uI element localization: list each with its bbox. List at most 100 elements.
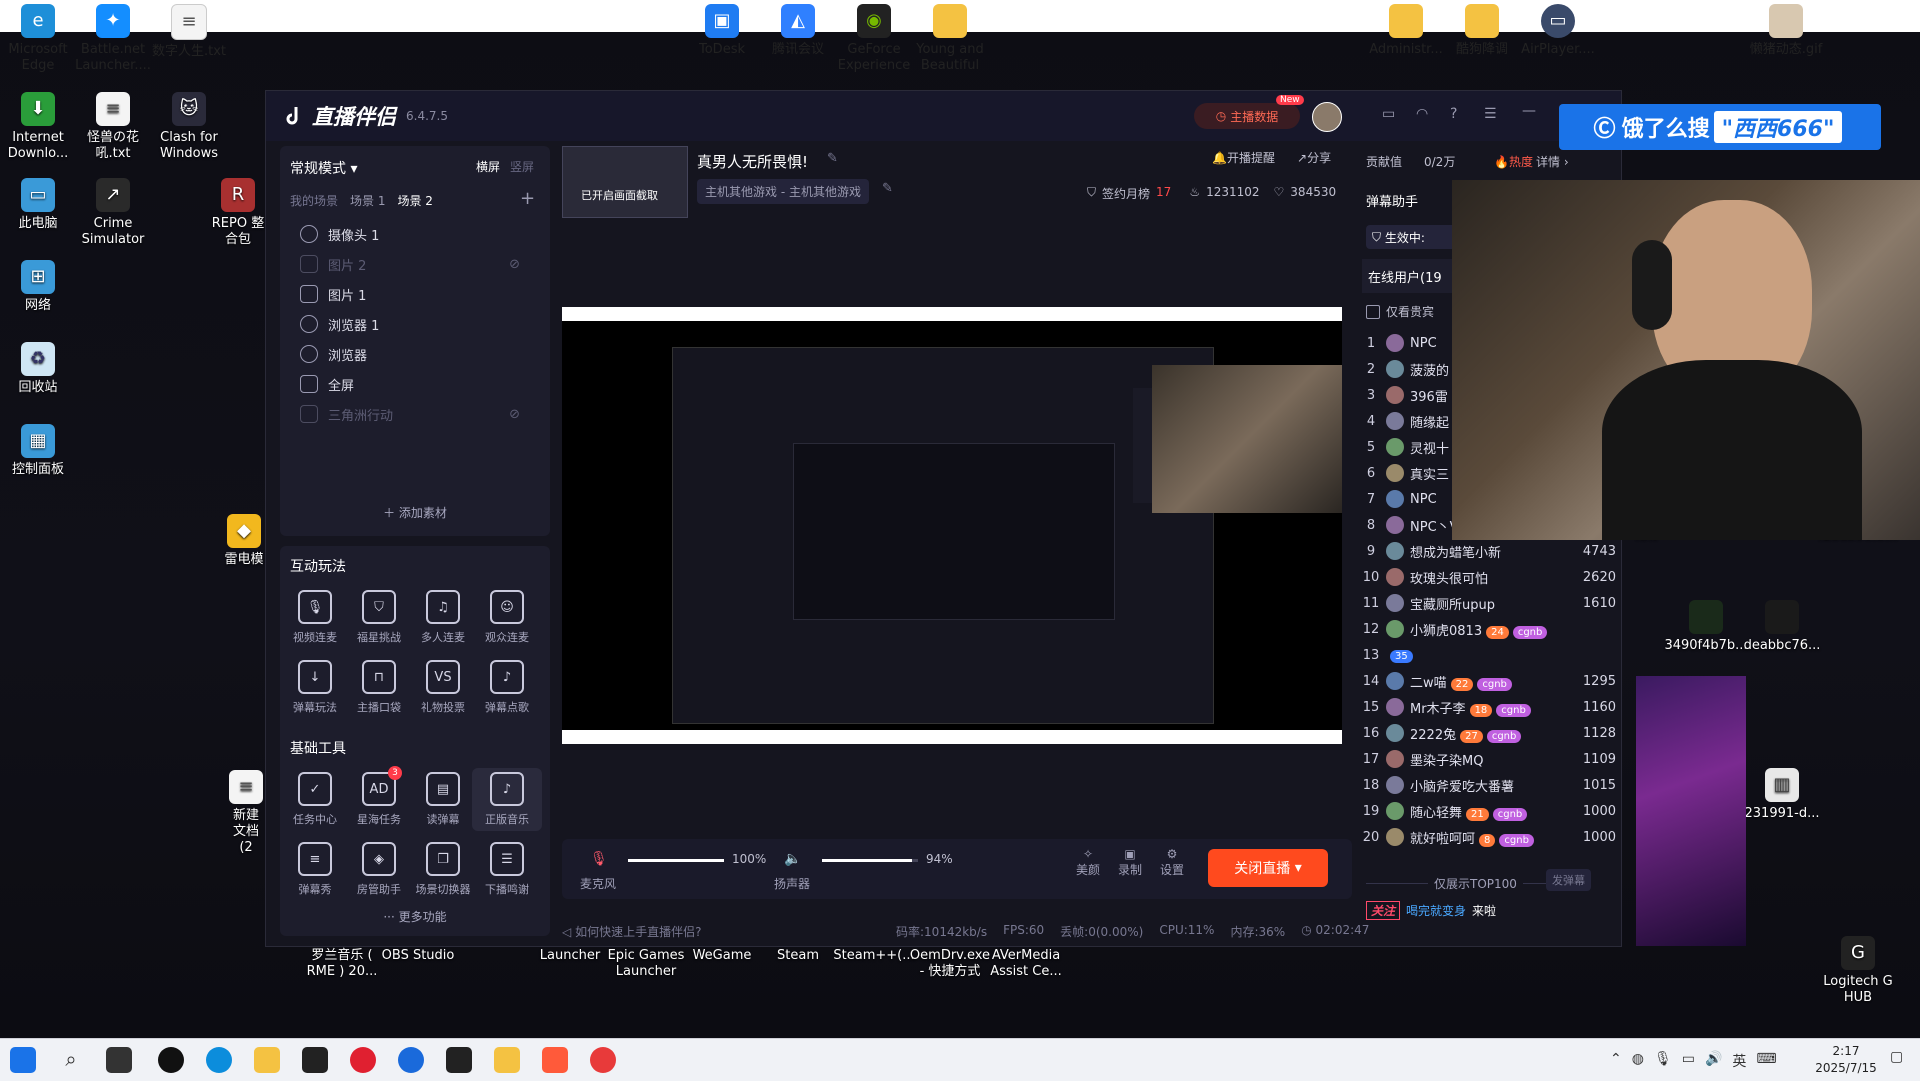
- steam-taskbar-icon[interactable]: [446, 1047, 472, 1073]
- message-icon[interactable]: ▭: [1382, 106, 1395, 122]
- tool-anchor-pocket[interactable]: ⊓ 主播口袋: [344, 660, 414, 715]
- qq-icon[interactable]: [158, 1047, 184, 1073]
- rank-row[interactable]: 18 小脑斧爱吃大番薯 1015: [1356, 773, 1616, 797]
- desktop-icon-text-file[interactable]: ≡ 数字人生.txt: [147, 4, 231, 60]
- share-button[interactable]: ↗分享: [1297, 149, 1331, 166]
- rank-row[interactable]: 10 玫瑰头很可怕 2620: [1356, 565, 1616, 589]
- desktop-icon-kugou-folder[interactable]: 酷狗降调: [1440, 4, 1524, 58]
- send-danmu-button[interactable]: 发弹幕: [1546, 869, 1591, 891]
- desktop-icon-2319[interactable]: ▥ 231991-d...: [1740, 768, 1824, 822]
- desktop-icon-airplayer[interactable]: ▭ AirPlayer....: [1516, 4, 1600, 58]
- desktop-icon-folder-young[interactable]: Young and Beautiful: [908, 4, 992, 74]
- start-windows-icon[interactable]: [10, 1047, 36, 1073]
- tool-video-link[interactable]: 🎙 视频连麦: [280, 590, 350, 645]
- layer-browser[interactable]: 浏览器: [300, 342, 550, 366]
- desktop-icon-txt[interactable]: ≡ 怪兽の花吼.txt: [71, 92, 155, 162]
- layer-fullscreen[interactable]: 全屏: [300, 372, 550, 396]
- desktop-icon-tencent-meeting[interactable]: ◭ 腾讯会议: [756, 4, 840, 58]
- preview-canvas[interactable]: [562, 307, 1342, 744]
- tool-audience-link[interactable]: ☺ 观众连麦: [472, 590, 542, 645]
- rank-row[interactable]: 9 想成为蜡笔小新 4743: [1356, 539, 1616, 563]
- menu-icon[interactable]: ☰: [1484, 106, 1497, 122]
- desktop-icon-steampp[interactable]: Steam++(...: [832, 948, 916, 964]
- avatar[interactable]: [1312, 102, 1342, 132]
- tab-scene-1[interactable]: 场景 1: [350, 192, 385, 209]
- desktop-icon-recycle[interactable]: ♻ 回收站: [0, 342, 80, 396]
- rank-row[interactable]: 13 35: [1356, 643, 1616, 667]
- stream-title[interactable]: 真男人无所畏惧!: [697, 151, 808, 172]
- ime-indicator[interactable]: 英: [1732, 1051, 1746, 1071]
- desktop-icon-launcher[interactable]: Launcher: [528, 948, 612, 964]
- clock[interactable]: 2:17 2025/7/15: [1806, 1043, 1886, 1077]
- layer-image-1[interactable]: 图片 1: [300, 282, 550, 306]
- layer-delta-force[interactable]: 三角洲行动 ⊘: [300, 402, 550, 426]
- edit-title-icon[interactable]: ✎: [827, 151, 838, 166]
- desktop-icon-todesk[interactable]: ▣ ToDesk: [680, 4, 764, 58]
- desktop-icon-oemdrv[interactable]: OemDrv.exe - 快捷方式: [908, 948, 992, 980]
- help-link[interactable]: ◁ 如何快速上手直播伴侣?: [562, 923, 701, 940]
- rank-row[interactable]: 16 2222兔 27 cgnb 1128: [1356, 721, 1616, 745]
- tool-danmu-play[interactable]: ↓ 弹幕玩法: [280, 660, 350, 715]
- desktop-icon-obs[interactable]: OBS Studio: [375, 948, 461, 964]
- desktop-icon-wegame[interactable]: WeGame: [680, 948, 764, 964]
- headset-icon[interactable]: ◠: [1416, 106, 1428, 122]
- tray-app-icon[interactable]: ◍: [1632, 1051, 1644, 1071]
- tool-licensed-music[interactable]: ♪ 正版音乐: [472, 768, 542, 831]
- kugou-icon[interactable]: [398, 1047, 424, 1073]
- landscape-toggle[interactable]: 横屏: [476, 158, 500, 175]
- desktop-icon-clash[interactable]: 🐱 Clash for Windows: [147, 92, 231, 162]
- tool-star-task[interactable]: AD 3 星海任务: [344, 766, 414, 827]
- eleme-ad-banner[interactable]: Ⓒ 饿了么搜 "西西666": [1559, 104, 1881, 150]
- more-features-button[interactable]: ··· 更多功能: [280, 908, 550, 925]
- desktop-icon-battlenet[interactable]: ✦ Battle.net Launcher....: [71, 4, 155, 74]
- desktop-icon-gif[interactable]: 懒猪动态.gif: [1744, 4, 1828, 58]
- task-view-icon[interactable]: [106, 1047, 132, 1073]
- tool-danmu-show[interactable]: ≡ 弹幕秀: [280, 842, 350, 897]
- desktop-icon-repo[interactable]: R REPO 整合包: [208, 178, 268, 248]
- portrait-toggle[interactable]: 竖屏: [510, 158, 534, 175]
- desktop-icon-control-panel[interactable]: ▦ 控制面板: [0, 424, 80, 478]
- desktop-icon-crime-sim[interactable]: ↗ Crime Simulator: [71, 178, 155, 248]
- desktop-icon-3490[interactable]: 3490f4b7b...: [1664, 600, 1748, 654]
- edit-category-icon[interactable]: ✎: [882, 181, 893, 196]
- end-live-button[interactable]: 关闭直播 ▾: [1208, 849, 1328, 887]
- mic-icon[interactable]: 🎙: [590, 851, 608, 867]
- desktop-icon-steam[interactable]: Steam: [756, 948, 840, 964]
- desktop-icon-new-doc[interactable]: ≡ 新建 文档 (2: [226, 770, 266, 856]
- keyboard-icon[interactable]: ⌨: [1756, 1051, 1776, 1071]
- stream-thumbnail[interactable]: 已开启画面截取: [562, 146, 688, 218]
- desktop-icon-edge[interactable]: e Microsoft Edge: [0, 4, 80, 74]
- tool-multi-link[interactable]: ♫ 多人连麦: [408, 590, 478, 645]
- category-tag[interactable]: 主机其他游戏 - 主机其他游戏: [697, 179, 869, 204]
- speaker-icon[interactable]: 🔈: [784, 851, 801, 867]
- mic-slider[interactable]: [628, 859, 724, 862]
- desktop-icon-admin-folder[interactable]: Administr...: [1364, 4, 1448, 58]
- detail-link[interactable]: 详情 ›: [1536, 153, 1569, 170]
- desktop-icon-this-pc[interactable]: ▭ 此电脑: [0, 178, 80, 232]
- desktop-icon-deab[interactable]: deabbc76...: [1740, 600, 1824, 654]
- anchor-data-button[interactable]: ◷ 主播数据: [1194, 103, 1300, 129]
- desktop-icon-rme[interactable]: 罗兰音乐 ( RME ) 20...: [302, 948, 382, 980]
- volume-icon[interactable]: 🔊: [1705, 1051, 1722, 1071]
- rank-row[interactable]: 19 随心轻舞 21 cgnb 1000: [1356, 799, 1616, 823]
- rank-row[interactable]: 15 Mr木子李 18 cgnb 1160: [1356, 695, 1616, 719]
- netease-music-icon[interactable]: [350, 1047, 376, 1073]
- rank-row[interactable]: 11 宝藏厕所upup 1610: [1356, 591, 1616, 615]
- rank-row[interactable]: 20 就好啦呵呵 8 cgnb 1000: [1356, 825, 1616, 849]
- desktop-icon-network[interactable]: ⊞ 网络: [0, 260, 80, 314]
- online-users-tab[interactable]: 在线用户(19: [1362, 259, 1463, 293]
- open-reminder-button[interactable]: 🔔开播提醒: [1212, 149, 1275, 166]
- tool-gift-vote[interactable]: VS 礼物投票: [408, 660, 478, 715]
- mode-selector[interactable]: 常规模式 ▾: [290, 158, 357, 178]
- search-icon[interactable]: ⌕: [58, 1047, 84, 1073]
- tray-mic-icon[interactable]: 🎙: [1654, 1051, 1672, 1071]
- rank-row[interactable]: 17 墨染子染MQ 1109: [1356, 747, 1616, 771]
- desktop-icon-avermedia[interactable]: AVerMedia Assist Ce...: [984, 948, 1068, 980]
- tool-scene-switcher[interactable]: ❐ 场景切换器: [408, 842, 478, 897]
- recorder-taskbar-icon[interactable]: [590, 1047, 616, 1073]
- desktop-icon-idm[interactable]: ⬇ Internet Downlo...: [0, 92, 80, 162]
- desktop-icon-ldplayer[interactable]: ◆ 雷电模: [222, 514, 266, 568]
- settings-button[interactable]: ⚙ 设置: [1152, 847, 1192, 878]
- tool-lucky-challenge[interactable]: ⛉ 福星挑战: [344, 590, 414, 645]
- live-companion-taskbar-icon[interactable]: [542, 1047, 568, 1073]
